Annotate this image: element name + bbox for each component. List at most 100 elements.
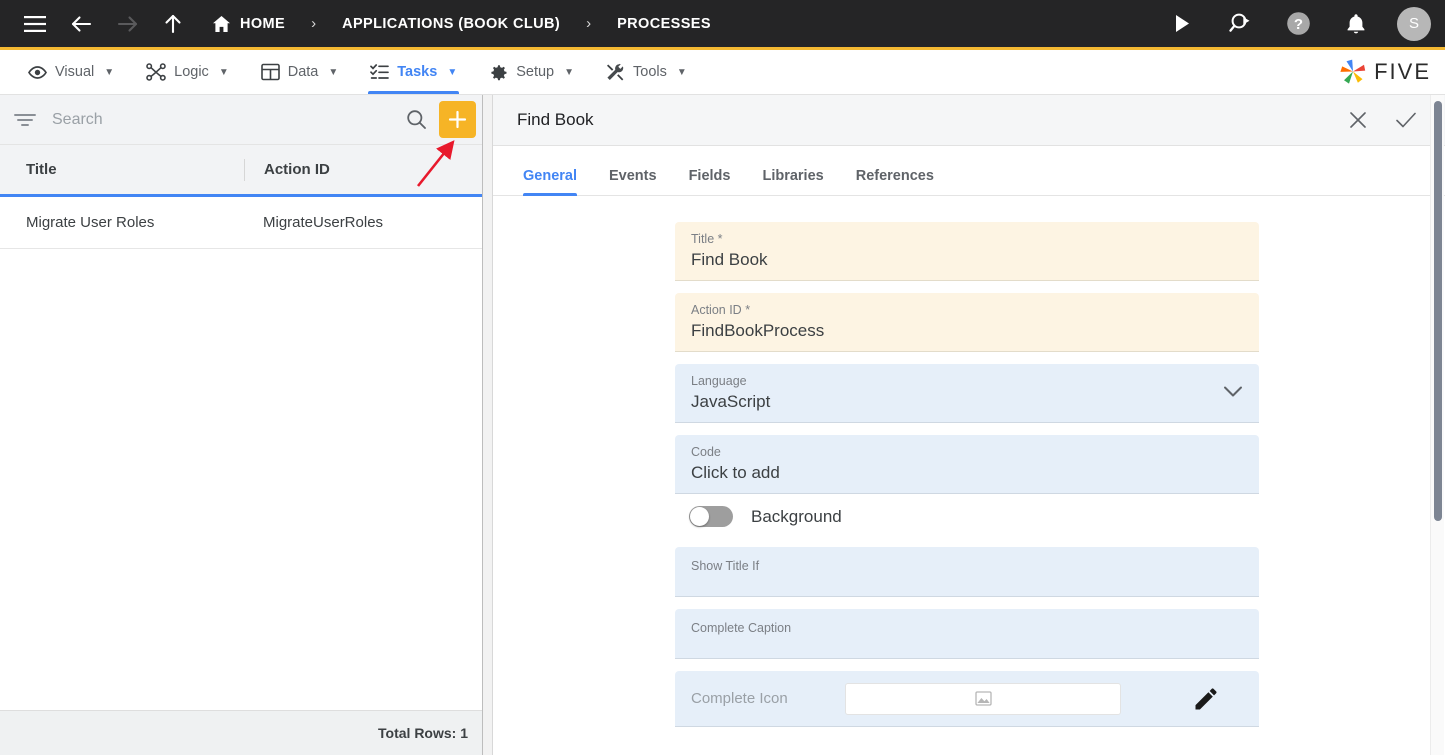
cell-title: Migrate User Roles xyxy=(26,214,155,231)
home-icon xyxy=(212,15,231,33)
title-field-label: Title * xyxy=(691,231,1243,247)
chevron-down-icon: ▼ xyxy=(104,66,115,78)
column-header-action-id[interactable]: Action ID xyxy=(244,158,482,181)
process-table: Title Action ID Migrate User Roles Migra… xyxy=(0,145,482,755)
menu-item-visual[interactable]: Visual ▼ xyxy=(12,50,130,94)
search-run-icon[interactable] xyxy=(1223,7,1257,41)
pencil-icon[interactable] xyxy=(1193,686,1243,712)
tab-events[interactable]: Events xyxy=(593,168,673,195)
scrollbar-thumb[interactable] xyxy=(1434,101,1442,521)
menu-item-tasks-label: Tasks xyxy=(397,64,438,80)
code-field[interactable]: Code Click to add xyxy=(675,435,1259,494)
total-rows-label: Total Rows: 1 xyxy=(378,725,468,741)
chevron-down-icon: ▼ xyxy=(447,66,458,78)
search-input[interactable] xyxy=(52,110,406,129)
title-field-value: Find Book xyxy=(691,250,768,269)
detail-panel-header: Find Book xyxy=(493,95,1445,146)
breadcrumb-separator-1: › xyxy=(311,15,317,32)
chevron-down-icon: ▼ xyxy=(676,66,687,78)
five-logo-text: FIVE xyxy=(1374,59,1431,84)
chevron-down-icon: ▼ xyxy=(218,66,229,78)
check-icon[interactable] xyxy=(1389,103,1423,137)
required-marker: * xyxy=(717,232,723,246)
five-pinwheel-icon xyxy=(1338,58,1368,86)
chevron-down-icon: ▼ xyxy=(328,66,339,78)
menu-item-setup[interactable]: Setup ▼ xyxy=(473,50,590,94)
code-field-value: Click to add xyxy=(691,463,780,482)
top-navigation-bar: HOME › APPLICATIONS (BOOK CLUB) › PROCES… xyxy=(0,0,1445,47)
complete-caption-field[interactable]: Complete Caption xyxy=(675,609,1259,659)
breadcrumb-processes[interactable]: PROCESSES xyxy=(617,16,711,32)
code-field-label: Code xyxy=(691,445,721,459)
complete-icon-field[interactable]: Complete Icon xyxy=(675,671,1259,727)
process-detail-panel: Find Book General Events Fields Librarie… xyxy=(492,95,1445,755)
search-toolbar xyxy=(0,95,482,145)
close-icon[interactable] xyxy=(1341,103,1375,137)
menu-item-logic[interactable]: Logic ▼ xyxy=(130,50,245,94)
background-toggle-row: Background xyxy=(689,506,1259,527)
process-list-panel: Title Action ID Migrate User Roles Migra… xyxy=(0,95,483,755)
arrow-left-icon[interactable] xyxy=(64,7,98,41)
action-id-field-label-text: Action ID xyxy=(691,303,742,317)
gear-icon xyxy=(489,63,508,82)
menu-item-tools[interactable]: Tools ▼ xyxy=(590,50,703,94)
checklist-icon xyxy=(370,63,390,81)
menu-item-tasks[interactable]: Tasks ▼ xyxy=(354,50,473,94)
complete-caption-field-label: Complete Caption xyxy=(691,621,792,635)
help-circle-icon[interactable]: ? xyxy=(1281,7,1315,41)
show-title-if-field[interactable]: Show Title If xyxy=(675,547,1259,597)
background-toggle[interactable] xyxy=(689,506,733,527)
menu-item-data[interactable]: Data ▼ xyxy=(245,50,355,94)
detail-tabs: General Events Fields Libraries Referenc… xyxy=(493,146,1445,196)
search-icon[interactable] xyxy=(406,109,427,130)
breadcrumb-home-label: HOME xyxy=(240,15,286,32)
table-header-row: Title Action ID xyxy=(0,145,482,197)
breadcrumb-home[interactable]: HOME xyxy=(212,15,285,33)
breadcrumb-application[interactable]: APPLICATIONS (BOOK CLUB) xyxy=(342,16,560,32)
title-field-label-text: Title xyxy=(691,232,715,246)
table-row[interactable]: Migrate User Roles MigrateUserRoles xyxy=(0,197,482,249)
wrench-screwdriver-icon xyxy=(606,63,625,82)
page-title: Find Book xyxy=(517,110,594,129)
arrow-up-icon[interactable] xyxy=(156,7,190,41)
chevron-down-icon: ▼ xyxy=(564,66,575,78)
menu-item-data-label: Data xyxy=(287,64,319,80)
required-marker: * xyxy=(745,303,751,317)
title-field[interactable]: Title * Find Book xyxy=(675,222,1259,281)
language-field-label: Language xyxy=(691,374,747,388)
add-button[interactable] xyxy=(439,101,476,138)
menu-item-tools-label: Tools xyxy=(633,64,667,80)
arrow-right-icon xyxy=(110,7,144,41)
tab-libraries[interactable]: Libraries xyxy=(746,168,839,195)
action-id-field-value: FindBookProcess xyxy=(691,321,825,340)
tab-references[interactable]: References xyxy=(840,168,950,195)
vertical-scrollbar[interactable] xyxy=(1430,95,1444,755)
menu-item-setup-label: Setup xyxy=(516,64,555,80)
table-empty-area xyxy=(0,249,482,710)
nodes-icon xyxy=(146,63,166,81)
menu-item-visual-label: Visual xyxy=(55,64,95,80)
chevron-down-icon[interactable] xyxy=(1223,373,1243,398)
image-icon xyxy=(974,691,992,706)
hamburger-icon[interactable] xyxy=(18,7,52,41)
language-field[interactable]: Language JavaScript xyxy=(675,364,1259,423)
detail-form: Title * Find Book Action ID * FindBookPr… xyxy=(493,196,1445,755)
toggle-knob xyxy=(690,507,709,526)
tab-fields[interactable]: Fields xyxy=(673,168,747,195)
action-id-field[interactable]: Action ID * FindBookProcess xyxy=(675,293,1259,352)
svg-text:?: ? xyxy=(1293,16,1302,33)
column-header-title[interactable]: Title xyxy=(26,161,244,178)
breadcrumb-separator-2: › xyxy=(586,15,592,32)
avatar-initial: S xyxy=(1408,15,1419,32)
icon-preview-box[interactable] xyxy=(845,682,1121,715)
play-icon[interactable] xyxy=(1165,7,1199,41)
five-logo: FIVE xyxy=(1338,58,1431,86)
bell-icon[interactable] xyxy=(1339,7,1373,41)
action-id-field-label: Action ID * xyxy=(691,302,1243,318)
tab-general[interactable]: General xyxy=(507,168,593,196)
main-content: Title Action ID Migrate User Roles Migra… xyxy=(0,95,1445,755)
eye-icon xyxy=(28,65,47,80)
menu-item-logic-label: Logic xyxy=(174,64,209,80)
avatar[interactable]: S xyxy=(1397,6,1431,41)
filter-icon[interactable] xyxy=(14,113,36,127)
